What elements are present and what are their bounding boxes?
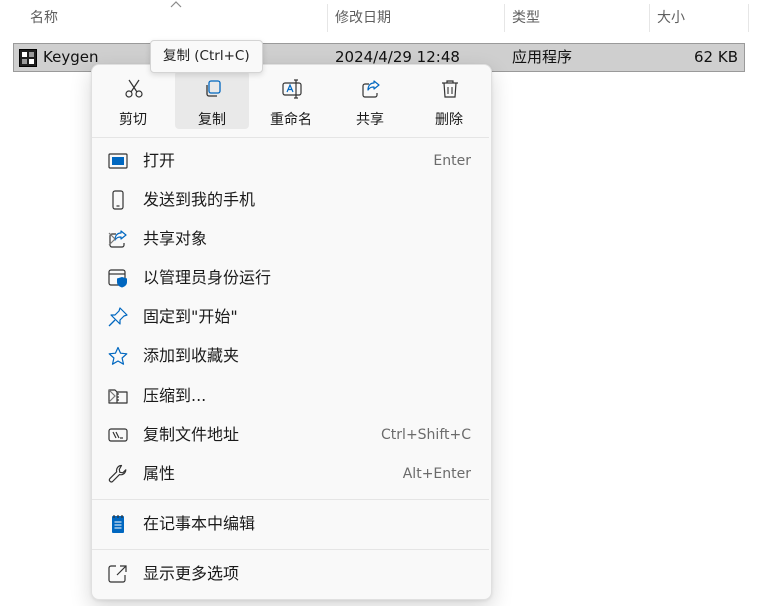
scissors-icon — [125, 79, 143, 98]
shortcut-text: Enter — [433, 153, 471, 169]
menu-item-label: 发送到我的手机 — [143, 190, 256, 209]
show-more-icon — [108, 565, 127, 583]
menu-item-label: 固定到"开始" — [143, 307, 238, 326]
cut-button[interactable]: 剪切 — [96, 71, 170, 129]
cut-label: 剪切 — [119, 112, 147, 128]
menu-item-open[interactable]: 打开 Enter — [98, 143, 483, 179]
pin-icon — [108, 307, 128, 327]
copy-path-icon — [108, 428, 128, 442]
menu-divider — [92, 137, 489, 138]
chevron-right-icon — [108, 389, 116, 403]
menu-divider — [92, 549, 489, 550]
open-window-icon — [108, 153, 128, 169]
menu-item-label: 在记事本中编辑 — [143, 514, 256, 533]
menu-item-label: 以管理员身份运行 — [143, 268, 272, 287]
menu-item-label: 共享对象 — [143, 229, 208, 248]
menu-item-label: 打开 — [143, 151, 176, 170]
column-name[interactable]: 名称 — [24, 0, 324, 36]
copy-tooltip: 复制 (Ctrl+C) — [150, 40, 263, 73]
trash-icon — [442, 80, 458, 98]
file-size: 62 KB — [694, 48, 738, 66]
share-button[interactable]: 共享 — [333, 71, 407, 129]
column-divider[interactable] — [748, 4, 749, 32]
share-icon — [362, 80, 380, 98]
menu-item-show-more-options[interactable]: 显示更多选项 — [98, 556, 483, 592]
rename-icon — [282, 79, 302, 99]
copy-button[interactable]: 复制 — [175, 71, 249, 129]
notepad-icon — [112, 515, 124, 533]
phone-icon — [112, 190, 124, 210]
menu-item-copy-path[interactable]: 复制文件地址 Ctrl+Shift+C — [98, 417, 483, 453]
share-label: 共享 — [356, 112, 384, 128]
menu-item-label: 添加到收藏夹 — [143, 346, 240, 365]
file-type: 应用程序 — [512, 48, 573, 66]
star-icon — [108, 346, 128, 365]
column-divider[interactable] — [327, 4, 328, 32]
wrench-icon — [108, 464, 127, 483]
menu-item-label: 复制文件地址 — [143, 425, 240, 444]
delete-button[interactable]: 删除 — [412, 71, 486, 129]
app-window-icon — [19, 49, 37, 67]
shortcut-text: Ctrl+Shift+C — [381, 427, 471, 443]
column-modified[interactable]: 修改日期 — [329, 0, 504, 36]
column-type[interactable]: 类型 — [506, 0, 649, 36]
rename-label: 重命名 — [270, 112, 312, 128]
menu-item-label: 压缩到... — [143, 386, 207, 405]
menu-item-share-with[interactable]: 共享对象 — [98, 221, 483, 257]
menu-item-compress-to[interactable]: 压缩到... — [98, 378, 483, 414]
rename-button[interactable]: 重命名 — [254, 71, 328, 129]
menu-item-properties[interactable]: 属性 Alt+Enter — [98, 456, 483, 492]
admin-shield-icon — [108, 269, 127, 288]
context-menu: 剪切 复制 重命名 共享 删除 打开 Enter 发送到我的手机 共享对象 以管… — [91, 64, 492, 600]
copy-label: 复制 — [198, 112, 226, 128]
column-size[interactable]: 大小 — [651, 0, 748, 36]
menu-item-run-as-admin[interactable]: 以管理员身份运行 — [98, 260, 483, 296]
delete-label: 删除 — [435, 112, 463, 128]
menu-item-pin-to-start[interactable]: 固定到"开始" — [98, 299, 483, 335]
column-header: 名称 修改日期 类型 大小 — [0, 0, 778, 36]
chevron-right-icon — [108, 232, 116, 246]
copy-icon — [206, 80, 221, 97]
column-divider[interactable] — [504, 4, 505, 32]
menu-item-edit-in-notepad[interactable]: 在记事本中编辑 — [98, 506, 483, 542]
menu-item-send-to-phone[interactable]: 发送到我的手机 — [98, 182, 483, 218]
menu-item-add-to-favorites[interactable]: 添加到收藏夹 — [98, 338, 483, 374]
menu-divider — [92, 499, 489, 500]
menu-item-label: 显示更多选项 — [143, 564, 240, 583]
file-name[interactable]: Keygen — [43, 44, 98, 71]
menu-item-label: 属性 — [143, 464, 176, 483]
shortcut-text: Alt+Enter — [402, 466, 471, 482]
column-divider[interactable] — [649, 4, 650, 32]
